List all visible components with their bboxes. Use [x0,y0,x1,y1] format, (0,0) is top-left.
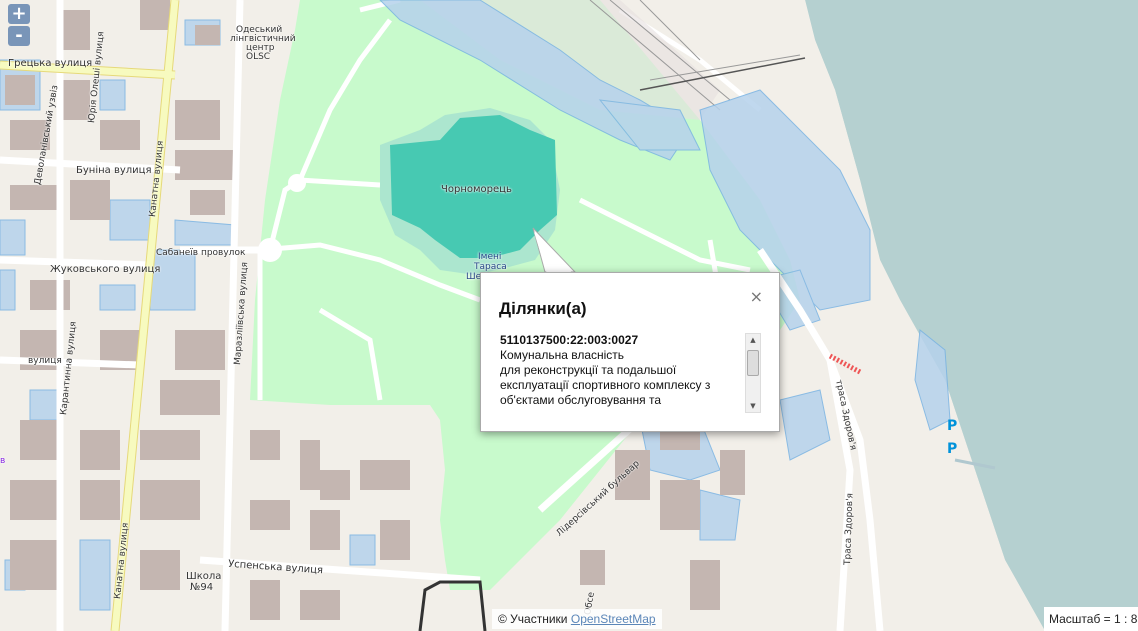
parcel-popup: Ділянки(а) × 5110137500:22:003:0027 Кому… [480,272,780,432]
poi-label: Школа [186,571,222,582]
stadium-label: Чорноморець [441,184,512,195]
street-label: Грецька вулиця [8,58,93,69]
scroll-down-icon[interactable]: ▼ [746,400,760,412]
poi-label: OLSC [246,52,271,62]
popup-line: для реконструкції та подальшої [500,363,677,377]
zoom-out-button[interactable]: - [8,26,30,46]
attribution-text: © Участники [498,612,568,626]
zoom-control: + - [8,4,32,48]
popup-line: експлуатації спортивного комплексу з [500,378,711,392]
map-letter-label: в [0,456,6,466]
scale-indicator: Масштаб = 1 : 85 [1044,607,1138,631]
map-canvas[interactable]: Чорноморець Імені Тараса Ше Одеський лін… [0,0,1138,631]
popup-title: Ділянки(а) [499,299,587,318]
popup-scrollbar[interactable]: ▲ ▼ [745,333,761,413]
zoom-in-button[interactable]: + [8,4,30,24]
street-label: вулиця [28,356,62,366]
popup-line: об'єктами обслуговування та [500,393,662,407]
scroll-up-icon[interactable]: ▲ [746,334,760,346]
close-icon[interactable]: × [750,287,763,306]
stadium-sublabel-3: Ше [466,272,482,282]
scroll-thumb[interactable] [747,350,759,376]
openstreetmap-link[interactable]: OpenStreetMap [571,612,656,626]
poi-label: №94 [190,582,214,593]
street-label: Жуковського вулиця [50,264,161,275]
street-label: Буніна вулиця [76,165,152,176]
popup-line: Комунальна власність [500,348,625,362]
parcel-id: 5110137500:22:003:0027 [500,333,639,347]
popup-line: і [500,408,503,409]
popup-body: 5110137500:22:003:0027 Комунальна власні… [500,333,740,409]
map-attribution: © Участники OpenStreetMap [492,609,662,629]
stadium-sublabel-1: Імені [478,252,502,262]
street-label: Сабанеїв провулок [156,248,246,258]
stadium-sublabel-2: Тараса [474,262,507,272]
parking-icon: P [947,418,958,434]
parking-icon: P [947,441,958,457]
